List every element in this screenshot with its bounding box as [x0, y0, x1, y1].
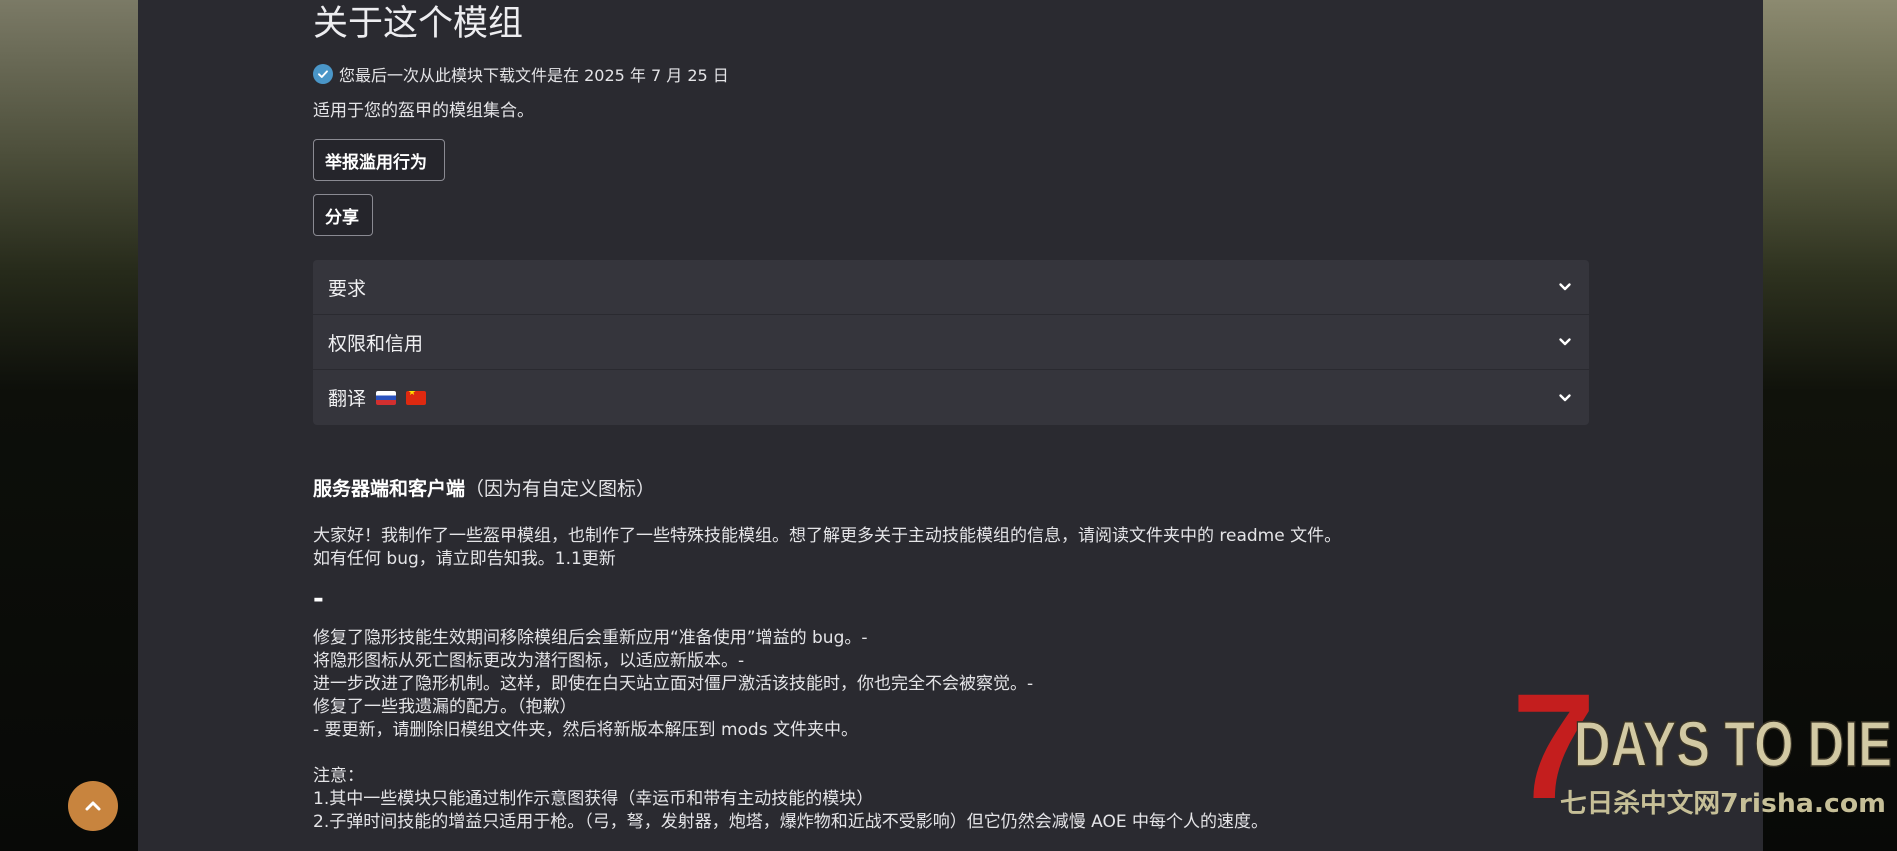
- changelog-line: 将隐形图标从死亡图标更改为潜行图标，以适应新版本。-: [313, 651, 745, 671]
- china-flag-icon[interactable]: [406, 390, 427, 405]
- chevron-up-icon: [85, 801, 101, 811]
- description-intro: 如有任何 bug，请立即告知我。1.1更新: [313, 549, 616, 569]
- description-heading-rest: （因为有自定义图标）: [465, 478, 656, 500]
- accordion-translations[interactable]: 翻译: [313, 370, 1589, 425]
- note-line: 2.子弹时间技能的增益只适用于枪。（弓，弩，发射器，炮塔，爆炸物和近战不受影响）…: [313, 812, 1268, 832]
- background-left: [0, 0, 138, 851]
- notes-title: 注意：: [313, 766, 364, 786]
- note-line: 1.其中一些模块只能通过制作示意图获得（幸运币和带有主动技能的模块）: [313, 789, 874, 809]
- accordion-label: 翻译: [328, 388, 367, 410]
- mod-summary: 适用于您的盔甲的模组集合。: [313, 101, 534, 121]
- description-intro: 大家好！我制作了一些盔甲模组，也制作了一些特殊技能模组。想了解更多关于主动技能模…: [313, 526, 1342, 546]
- scroll-to-top-button[interactable]: [68, 781, 118, 831]
- mod-description: 服务器端和客户端（因为有自定义图标） 大家好！我制作了一些盔甲模组，也制作了一些…: [313, 476, 1589, 834]
- chevron-down-icon: [1559, 283, 1571, 291]
- info-accordion: 要求 权限和信用 翻译: [313, 260, 1589, 425]
- check-circle-icon: [313, 64, 333, 84]
- changelog-line: - 要更新，请删除旧模组文件夹，然后将新版本解压到 mods 文件夹中。: [313, 720, 858, 740]
- share-button[interactable]: 分享: [313, 194, 373, 236]
- description-separator: -: [313, 584, 324, 614]
- changelog-line: 修复了一些我遗漏的配方。（抱歉）: [313, 697, 577, 717]
- download-status-text: 您最后一次从此模块下载文件是在 2025 年 7 月 25 日: [339, 66, 729, 85]
- logo-text: DAYS TO DIE: [1574, 708, 1892, 780]
- logo-subtext: 七日杀中文网7risha.com: [1560, 788, 1886, 819]
- changelog-line: 进一步改进了隐形机制。这样，即使在白天站立面对僵尸激活该技能时，你也完全不会被察…: [313, 674, 1034, 694]
- chevron-down-icon: [1559, 338, 1571, 346]
- accordion-requirements[interactable]: 要求: [313, 260, 1589, 315]
- accordion-label: 要求: [328, 277, 367, 300]
- game-logo-watermark: 7 DAYS TO DIE 七日杀中文网7risha.com: [1512, 680, 1892, 830]
- changelog-line: 修复了隐形技能生效期间移除模组后会重新应用“准备使用”增益的 bug。-: [313, 628, 868, 648]
- russia-flag-icon[interactable]: [376, 390, 397, 405]
- description-heading: 服务器端和客户端（因为有自定义图标）: [313, 476, 1589, 502]
- accordion-permissions[interactable]: 权限和信用: [313, 315, 1589, 370]
- description-heading-bold: 服务器端和客户端: [313, 478, 466, 500]
- report-abuse-button[interactable]: 举报滥用行为: [313, 139, 445, 181]
- accordion-label: 权限和信用: [328, 332, 424, 355]
- chevron-down-icon: [1559, 393, 1571, 401]
- page-title: 关于这个模组: [313, 4, 524, 44]
- download-status: 您最后一次从此模块下载文件是在 2025 年 7 月 25 日: [313, 62, 729, 86]
